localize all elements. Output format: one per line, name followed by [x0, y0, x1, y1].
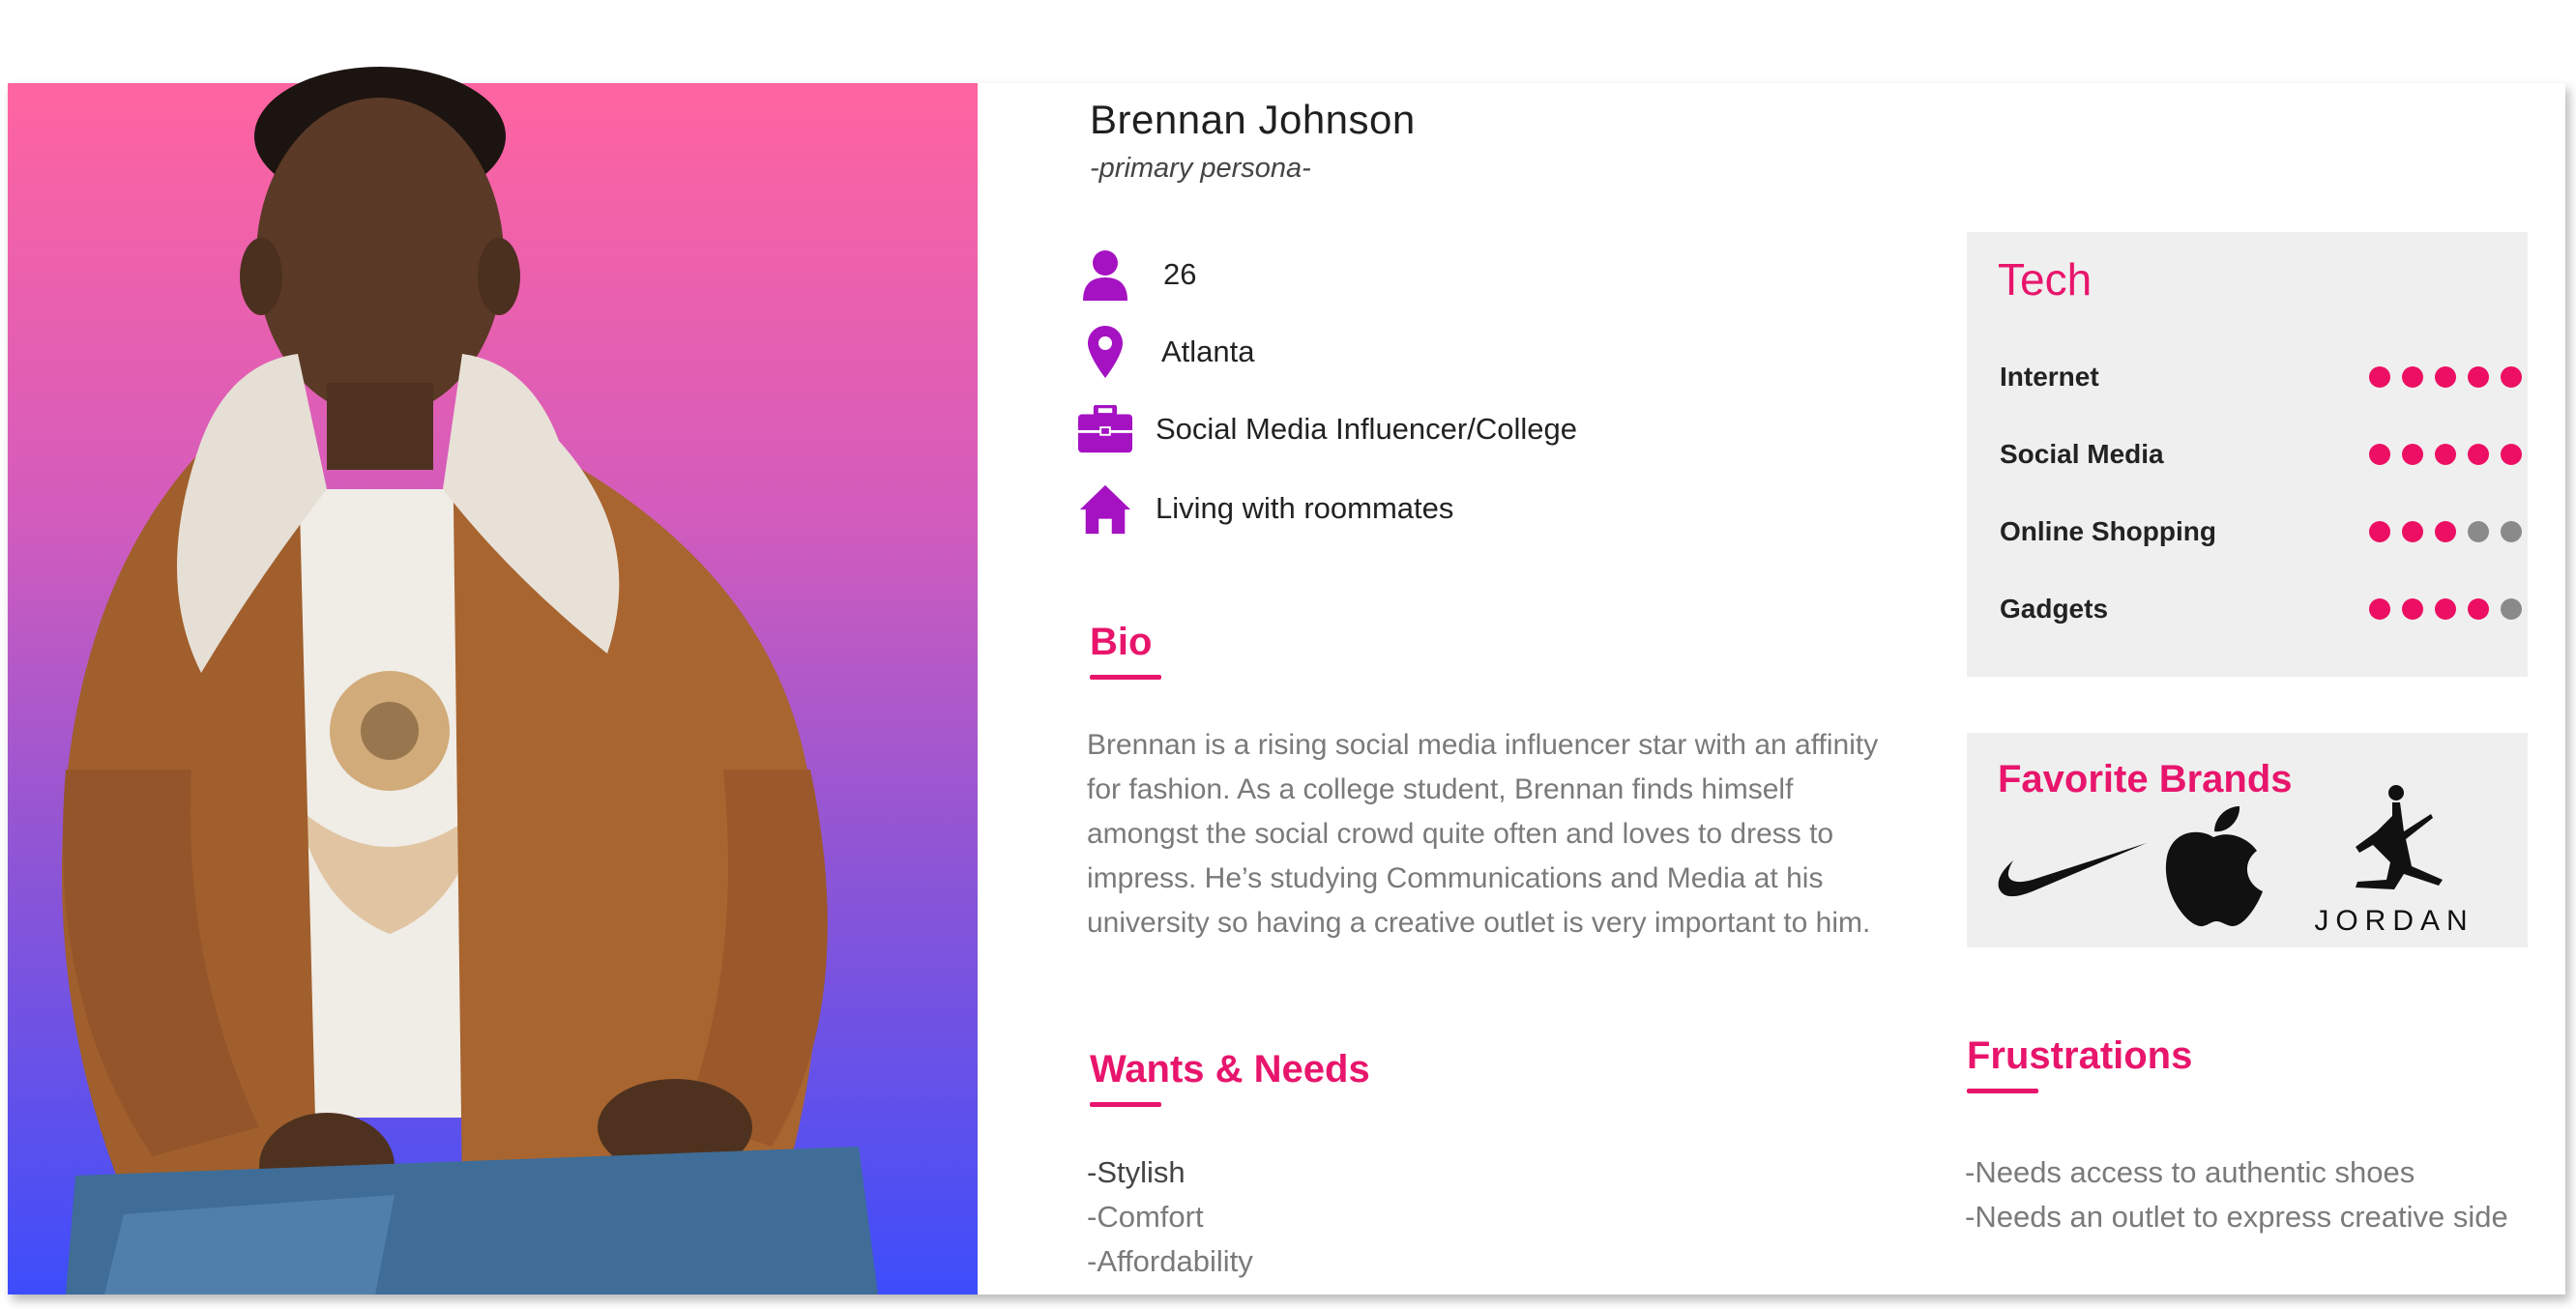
rating-dot-empty — [2501, 598, 2522, 620]
brands-heading: Favorite Brands — [1998, 758, 2293, 800]
house-icon — [1078, 481, 1132, 536]
location-pin-icon — [1078, 325, 1132, 379]
nike-logo — [1998, 843, 2147, 897]
rating-dot-filled — [2435, 366, 2456, 388]
wants-heading: Wants & Needs — [1090, 1048, 1370, 1091]
jordan-logo: JORDAN — [2314, 785, 2474, 937]
rating-dot-filled — [2468, 444, 2489, 465]
list-item: -Affordability — [1087, 1244, 1253, 1278]
info-age: 26 — [1078, 247, 1196, 302]
info-occupation: Social Media Influencer/College — [1078, 402, 1577, 456]
rating-dot-empty — [2501, 521, 2522, 542]
list-item: -Stylish — [1087, 1155, 1186, 1189]
jordan-wordmark: JORDAN — [2314, 905, 2474, 937]
rating-dot-filled — [2369, 444, 2390, 465]
tech-row: Gadgets — [2000, 590, 2522, 628]
persona-portrait — [62, 67, 878, 1294]
rating-dot-filled — [2435, 521, 2456, 542]
bio-text: Brennan is a rising social media influen… — [1087, 729, 1879, 939]
brands-panel: Favorite Brands JORDAN — [1967, 733, 2528, 947]
rating-dots — [2369, 598, 2522, 620]
occupation-text: Social Media Influencer/College — [1156, 412, 1577, 446]
rating-dots — [2369, 521, 2522, 542]
rating-dot-filled — [2435, 598, 2456, 620]
tech-label: Gadgets — [2000, 594, 2109, 624]
wants-underline — [1090, 1102, 1161, 1107]
frustrations-list: -Needs access to authentic shoes -Needs … — [1965, 1150, 2508, 1239]
frustrations-heading: Frustrations — [1967, 1034, 2193, 1077]
tech-panel: Tech Internet Social Media Online Shopping… — [1967, 232, 2528, 677]
frustrations-underline — [1967, 1089, 2038, 1093]
bio-underline — [1090, 675, 1161, 680]
rating-dot-filled — [2402, 366, 2423, 388]
tech-label: Online Shopping — [2000, 516, 2216, 546]
info-living: Living with roommates — [1078, 481, 1453, 536]
list-item: -Needs access to authentic shoes — [1965, 1155, 2415, 1189]
tech-heading: Tech — [1998, 254, 2093, 305]
rating-dot-filled — [2402, 444, 2423, 465]
tech-row: Internet — [2000, 358, 2522, 396]
tech-label: Social Media — [2000, 439, 2164, 469]
wants-list: -Stylish -Comfort -Affordability — [1087, 1150, 1253, 1284]
rating-dot-filled — [2468, 598, 2489, 620]
persona-role: -primary persona- — [1090, 153, 1311, 184]
rating-dot-empty — [2468, 521, 2489, 542]
tech-row: Online Shopping — [2000, 512, 2522, 551]
rating-dot-filled — [2468, 366, 2489, 388]
rating-dot-filled — [2369, 366, 2390, 388]
location-text: Atlanta — [1161, 335, 1255, 368]
list-item: -Comfort — [1087, 1200, 1204, 1234]
persona-name: Brennan Johnson — [1090, 97, 1416, 142]
rating-dots — [2369, 444, 2522, 465]
apple-logo — [2165, 806, 2263, 927]
tech-label: Internet — [2000, 362, 2099, 392]
rating-dot-filled — [2369, 521, 2390, 542]
rating-dot-filled — [2435, 444, 2456, 465]
rating-dot-filled — [2402, 521, 2423, 542]
person-icon — [1078, 247, 1132, 302]
living-text: Living with roommates — [1156, 491, 1454, 525]
rating-dot-filled — [2369, 598, 2390, 620]
rating-dot-filled — [2501, 366, 2522, 388]
age-text: 26 — [1163, 257, 1197, 291]
rating-dots — [2369, 366, 2522, 388]
briefcase-icon — [1078, 402, 1132, 456]
bio-heading: Bio — [1090, 621, 1153, 663]
list-item: -Needs an outlet to express creative sid… — [1965, 1200, 2508, 1234]
tech-row: Social Media — [2000, 435, 2522, 474]
persona-photo — [8, 67, 978, 1294]
rating-dot-filled — [2402, 598, 2423, 620]
info-location: Atlanta — [1078, 325, 1255, 379]
rating-dot-filled — [2501, 444, 2522, 465]
